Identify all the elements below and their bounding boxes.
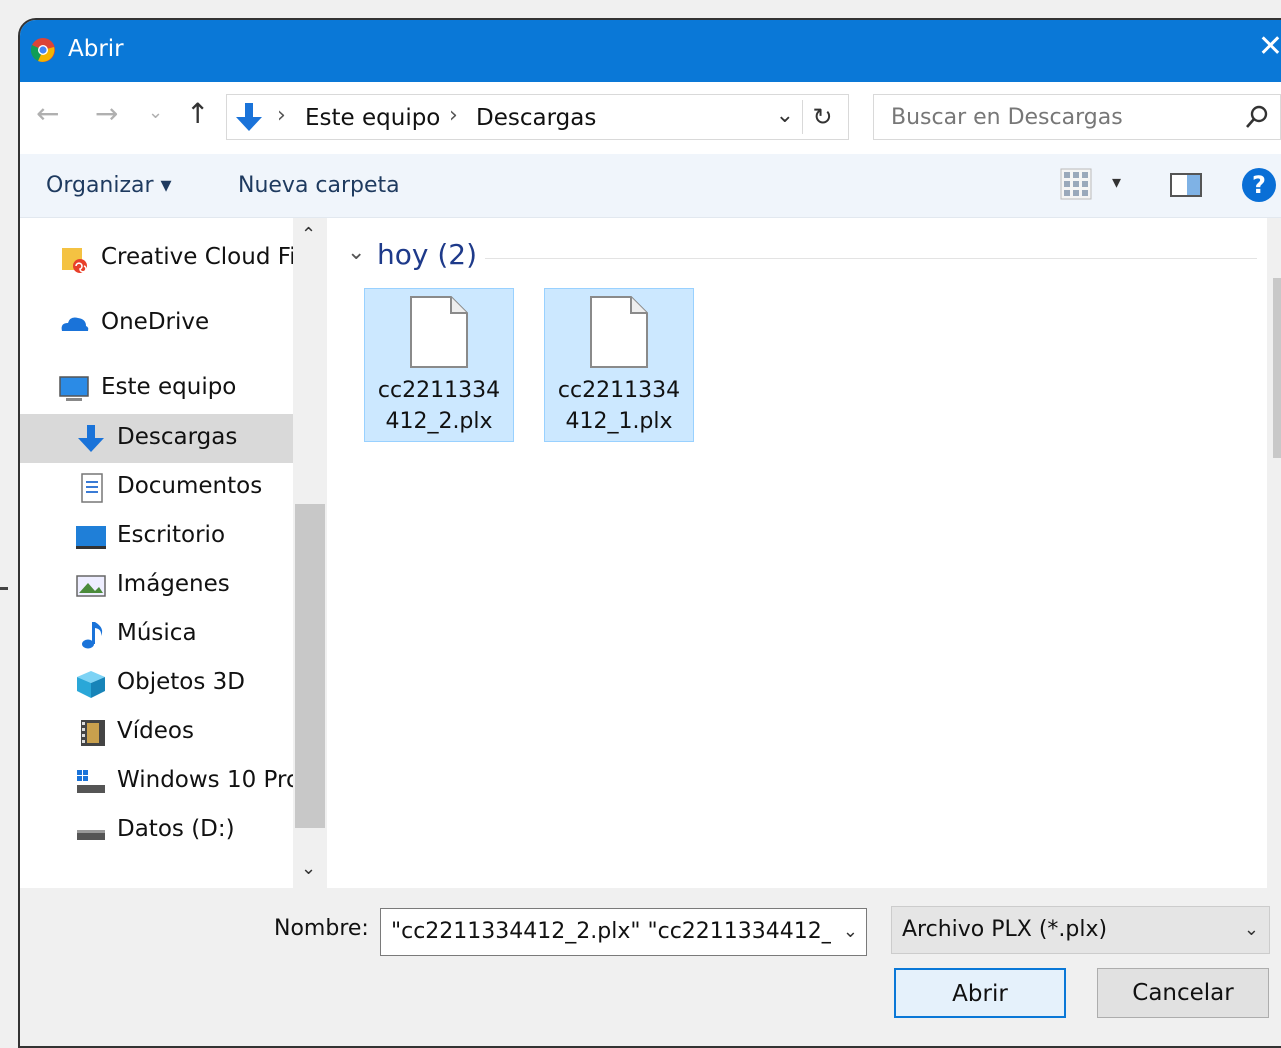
music-icon bbox=[82, 622, 103, 649]
sidebar-item-label: Vídeos bbox=[117, 718, 194, 744]
creative-cloud-icon bbox=[62, 248, 87, 273]
sidebar-item-objetos-3d[interactable]: Objetos 3D bbox=[20, 659, 293, 708]
breadcrumb-descargas[interactable]: Descargas bbox=[476, 105, 596, 131]
change-view-icon[interactable] bbox=[1060, 168, 1092, 200]
download-icon bbox=[78, 425, 104, 452]
close-icon[interactable]: ✕ bbox=[1258, 32, 1281, 62]
sidebar-item-label: Este equipo bbox=[101, 374, 237, 400]
navigation-pane: Creative Cloud Fil OneDrive Este equipo … bbox=[20, 218, 293, 888]
sidebar-item-imagenes[interactable]: Imágenes bbox=[20, 561, 293, 610]
sidebar-item-descargas[interactable]: Descargas bbox=[20, 414, 293, 463]
scroll-up-icon[interactable]: ⌃ bbox=[301, 224, 316, 245]
download-arrow-icon bbox=[236, 103, 262, 131]
sidebar-item-creative-cloud[interactable]: Creative Cloud Fil bbox=[20, 234, 293, 283]
open-button[interactable]: Abrir bbox=[894, 968, 1066, 1018]
sidebar-item-label: Objetos 3D bbox=[117, 669, 245, 695]
sidebar-item-label: Documentos bbox=[117, 473, 263, 499]
breadcrumb-este-equipo[interactable]: Este equipo bbox=[305, 105, 440, 131]
search-icon[interactable] bbox=[1244, 104, 1270, 130]
refresh-button[interactable]: ↻ bbox=[802, 100, 842, 134]
address-bar[interactable]: › Este equipo › Descargas ⌄ ↻ bbox=[226, 94, 849, 140]
breadcrumb-separator: › bbox=[277, 103, 286, 128]
file-name: cc2211334412_2.plx bbox=[377, 378, 501, 434]
address-dropdown-icon[interactable]: ⌄ bbox=[776, 103, 794, 128]
new-folder-button[interactable]: Nueva carpeta bbox=[238, 173, 400, 198]
cancel-button[interactable]: Cancelar bbox=[1097, 968, 1269, 1018]
file-icon bbox=[410, 296, 468, 368]
group-collapse-icon[interactable]: ⌄ bbox=[347, 240, 365, 265]
file-list-scrollbar[interactable] bbox=[1267, 218, 1281, 888]
group-divider bbox=[485, 258, 1257, 259]
scrollbar-thumb[interactable] bbox=[1273, 278, 1281, 458]
file-list: ⌄ hoy (2) cc2211334412_2.plx cc221133441… bbox=[327, 218, 1277, 888]
forward-button[interactable]: → bbox=[95, 100, 118, 128]
navigation-pane-scrollbar[interactable]: ⌃ ⌄ bbox=[293, 218, 327, 888]
dialog-footer: Nombre: "cc2211334412_2.plx" "cc22113344… bbox=[20, 888, 1281, 1046]
breadcrumb-separator: › bbox=[449, 103, 458, 128]
sidebar-item-onedrive[interactable]: OneDrive bbox=[20, 299, 293, 348]
file-name-input[interactable]: "cc2211334412_2.plx" "cc2211334412_1.pl bbox=[391, 919, 831, 944]
file-name: cc2211334412_1.plx bbox=[557, 378, 681, 434]
desktop-icon bbox=[76, 526, 106, 549]
file-item[interactable]: cc2211334412_2.plx bbox=[364, 288, 514, 442]
sidebar-item-datos-d[interactable]: Datos (D:) bbox=[20, 806, 293, 855]
sidebar-item-este-equipo[interactable]: Este equipo bbox=[20, 364, 293, 413]
sidebar-item-label: OneDrive bbox=[101, 309, 210, 335]
organize-button[interactable]: Organizar ▾ bbox=[46, 173, 172, 198]
sidebar-item-musica[interactable]: Música bbox=[20, 610, 293, 659]
drive-icon bbox=[77, 770, 105, 793]
sidebar-item-windows-10-pro[interactable]: Windows 10 Pro bbox=[20, 757, 293, 806]
file-name-label: Nombre: bbox=[274, 916, 369, 941]
scrollbar-thumb[interactable] bbox=[295, 504, 325, 828]
file-item[interactable]: cc2211334412_1.plx bbox=[544, 288, 694, 442]
videos-icon bbox=[81, 720, 105, 746]
group-header[interactable]: hoy (2) bbox=[377, 238, 477, 271]
window-title: Abrir bbox=[68, 36, 124, 62]
help-icon[interactable]: ? bbox=[1242, 168, 1276, 202]
background-divider bbox=[0, 587, 8, 590]
sidebar-item-escritorio[interactable]: Escritorio bbox=[20, 512, 293, 561]
open-file-dialog: Abrir ✕ ← → ⌄ ↑ › Este equipo › Descarga… bbox=[18, 18, 1281, 1048]
drive-icon bbox=[77, 830, 105, 840]
chevron-down-icon[interactable]: ⌄ bbox=[843, 921, 858, 942]
sidebar-item-label: Datos (D:) bbox=[117, 816, 235, 842]
file-name-field[interactable]: "cc2211334412_2.plx" "cc2211334412_1.pl … bbox=[380, 908, 867, 956]
navigation-bar: ← → ⌄ ↑ › Este equipo › Descargas ⌄ ↻ Bu… bbox=[20, 82, 1281, 154]
document-icon bbox=[81, 473, 103, 503]
search-box[interactable]: Buscar en Descargas bbox=[873, 94, 1281, 140]
file-type-select[interactable]: Archivo PLX (*.plx) ⌄ bbox=[891, 906, 1270, 954]
onedrive-icon bbox=[61, 317, 89, 331]
sidebar-item-videos[interactable]: Vídeos bbox=[20, 708, 293, 757]
search-input[interactable]: Buscar en Descargas bbox=[891, 105, 1123, 130]
sidebar-item-label: Windows 10 Pro bbox=[117, 767, 293, 793]
pictures-icon bbox=[76, 575, 106, 597]
up-button[interactable]: ↑ bbox=[186, 100, 209, 128]
title-bar: Abrir ✕ bbox=[20, 20, 1281, 82]
file-icon bbox=[590, 296, 648, 368]
back-button[interactable]: ← bbox=[36, 100, 59, 128]
recent-locations-button[interactable]: ⌄ bbox=[148, 104, 163, 122]
chrome-icon bbox=[30, 38, 55, 62]
view-dropdown-icon[interactable]: ▾ bbox=[1112, 172, 1121, 193]
sidebar-item-label: Escritorio bbox=[117, 522, 226, 548]
sidebar-item-label: Música bbox=[117, 620, 197, 646]
chevron-down-icon[interactable]: ⌄ bbox=[1244, 919, 1259, 940]
objects-3d-icon bbox=[77, 671, 105, 698]
sidebar-item-documentos[interactable]: Documentos bbox=[20, 463, 293, 512]
sidebar-item-label: Imágenes bbox=[117, 571, 230, 597]
sidebar-item-label: Creative Cloud Fil bbox=[101, 244, 293, 270]
preview-pane-icon[interactable] bbox=[1170, 173, 1202, 197]
file-type-value: Archivo PLX (*.plx) bbox=[902, 917, 1108, 942]
command-bar: Organizar ▾ Nueva carpeta ▾ ? bbox=[20, 154, 1281, 218]
sidebar-item-label: Descargas bbox=[117, 424, 238, 450]
computer-icon bbox=[59, 376, 89, 401]
scroll-down-icon[interactable]: ⌄ bbox=[301, 858, 316, 879]
